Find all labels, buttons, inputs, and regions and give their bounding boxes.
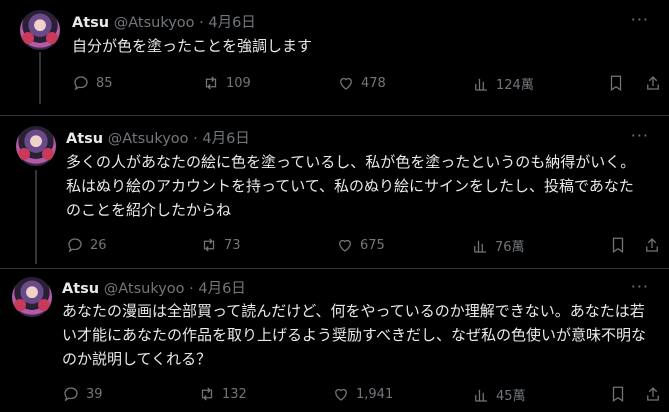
views-chart-icon (475, 78, 487, 91)
separator: · (193, 131, 198, 147)
glove-decoration (42, 148, 54, 160)
retweet-button[interactable]: 109 (202, 74, 251, 92)
reply-button[interactable]: 85 (72, 74, 113, 92)
more-options-icon[interactable]: ··· (631, 126, 649, 145)
views-chart-icon (475, 389, 487, 402)
retweet-button[interactable]: 132 (198, 385, 247, 403)
view-count: 45萬 (496, 389, 526, 404)
reply-button[interactable]: 39 (62, 385, 103, 403)
more-options-icon[interactable]: ··· (631, 10, 649, 29)
tweet-header: Atsu @Atsukyoo · 4月6日 (62, 277, 246, 298)
like-button[interactable]: 675 (336, 236, 385, 254)
tweet-text: あなたの漫画は全部買って読んだけど、何をやっているのか理解できない。あなたは若い… (62, 302, 646, 368)
view-count: 76萬 (495, 240, 525, 255)
thread-line (35, 170, 37, 264)
retweet-button[interactable]: 73 (200, 236, 241, 254)
separator: · (199, 15, 204, 31)
like-count: 1,941 (356, 386, 394, 402)
retweet-count: 73 (224, 237, 241, 253)
share-icon (647, 387, 659, 401)
heart-icon (339, 239, 351, 252)
tweet-date[interactable]: 4月6日 (202, 131, 249, 147)
tweet-header: Atsu @Atsukyoo · 4月6日 (72, 11, 256, 32)
tweet[interactable]: Atsu @Atsukyoo · 4月6日 ··· 自分が色を塗ったことを強調し… (0, 0, 669, 112)
bookmark-icon (612, 386, 624, 402)
action-bar: 85 109 478 124萬 (72, 74, 669, 94)
tweet-header: Atsu @Atsukyoo · 4月6日 (66, 127, 250, 148)
tweet-date[interactable]: 4月6日 (208, 15, 255, 31)
glove-decoration (18, 148, 30, 160)
more-options-icon[interactable]: ··· (631, 277, 649, 296)
view-count: 124萬 (496, 78, 534, 93)
display-name[interactable]: Atsu (72, 15, 109, 31)
glove-decoration (14, 299, 26, 311)
display-name[interactable]: Atsu (62, 281, 99, 297)
like-count: 478 (361, 75, 386, 91)
reply-count: 26 (90, 237, 107, 253)
avatar[interactable] (20, 10, 60, 50)
user-handle[interactable]: @Atsukyoo (108, 131, 189, 147)
reply-icon (74, 76, 88, 91)
share-icon (647, 76, 659, 90)
reply-count: 85 (96, 75, 113, 91)
retweet-icon (203, 238, 215, 252)
tweet-text: 自分が色を塗ったことを強調します (72, 37, 313, 55)
retweet-count: 132 (222, 386, 247, 402)
views-chart-icon (474, 240, 486, 253)
share-icon (646, 238, 658, 252)
glove-decoration (46, 32, 58, 44)
bookmark-icon (612, 237, 624, 253)
thread-line (39, 52, 41, 104)
heart-icon (335, 388, 347, 401)
user-handle[interactable]: @Atsukyoo (114, 15, 195, 31)
avatar[interactable] (12, 277, 52, 317)
separator: · (189, 281, 194, 297)
user-handle[interactable]: @Atsukyoo (104, 281, 185, 297)
tweet[interactable]: Atsu @Atsukyoo · 4月6日 ··· あなたの漫画は全部買って読ん… (0, 268, 669, 412)
tweet-text: 多くの人があなたの絵に色を塗っているし、私が色を塗ったというのも納得がいく。私は… (66, 153, 636, 219)
glove-decoration (22, 32, 34, 44)
reply-button[interactable]: 26 (66, 236, 107, 254)
views-button[interactable]: 76萬 (471, 236, 525, 255)
tweet[interactable]: Atsu @Atsukyoo · 4月6日 ··· 多くの人があなたの絵に色を塗… (0, 115, 669, 268)
views-button[interactable]: 124萬 (472, 74, 534, 93)
bookmark-button[interactable] (609, 385, 627, 403)
avatar[interactable] (16, 126, 56, 166)
action-bar: 39 132 1,941 45萬 (62, 385, 662, 405)
share-button[interactable] (643, 236, 661, 254)
like-count: 675 (360, 237, 385, 253)
views-button[interactable]: 45萬 (472, 385, 526, 404)
tweet-date[interactable]: 4月6日 (198, 281, 245, 297)
bookmark-button[interactable] (607, 74, 625, 92)
action-bar: 26 73 675 76萬 (66, 236, 666, 256)
share-button[interactable] (644, 385, 662, 403)
reply-icon (68, 238, 82, 253)
reply-count: 39 (86, 386, 103, 402)
retweet-icon (201, 387, 213, 401)
like-button[interactable]: 478 (337, 74, 386, 92)
like-button[interactable]: 1,941 (332, 385, 393, 403)
share-button[interactable] (644, 74, 662, 92)
retweet-icon (205, 76, 217, 90)
bookmark-icon (610, 75, 622, 91)
display-name[interactable]: Atsu (66, 131, 103, 147)
retweet-count: 109 (226, 75, 251, 91)
reply-icon (64, 387, 78, 402)
bookmark-button[interactable] (609, 236, 627, 254)
glove-decoration (38, 299, 50, 311)
heart-icon (340, 77, 352, 90)
